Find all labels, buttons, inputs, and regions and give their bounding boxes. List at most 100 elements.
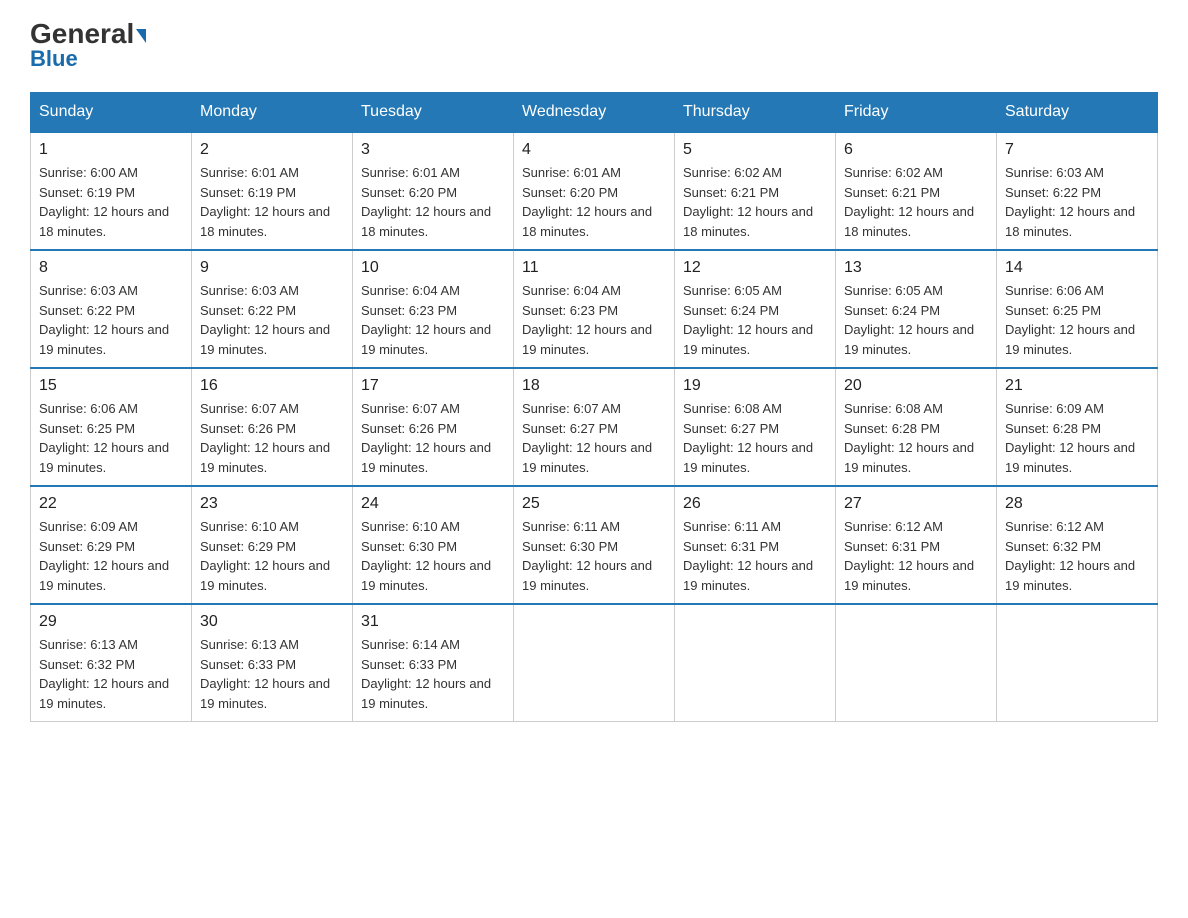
day-number: 10 <box>361 259 505 277</box>
day-number: 25 <box>522 495 666 513</box>
calendar-cell: 14 Sunrise: 6:06 AMSunset: 6:25 PMDayligh… <box>997 250 1158 368</box>
day-number: 16 <box>200 377 344 395</box>
day-number: 9 <box>200 259 344 277</box>
day-number: 26 <box>683 495 827 513</box>
day-number: 28 <box>1005 495 1149 513</box>
weekday-header-tuesday: Tuesday <box>353 93 514 133</box>
calendar-cell: 20 Sunrise: 6:08 AMSunset: 6:28 PMDayligh… <box>836 368 997 486</box>
day-info: Sunrise: 6:07 AMSunset: 6:26 PMDaylight:… <box>200 399 344 477</box>
day-info: Sunrise: 6:13 AMSunset: 6:32 PMDaylight:… <box>39 635 183 713</box>
day-info: Sunrise: 6:06 AMSunset: 6:25 PMDaylight:… <box>39 399 183 477</box>
calendar-week-row: 15 Sunrise: 6:06 AMSunset: 6:25 PMDayligh… <box>31 368 1158 486</box>
day-info: Sunrise: 6:02 AMSunset: 6:21 PMDaylight:… <box>683 163 827 241</box>
day-number: 29 <box>39 613 183 631</box>
calendar-cell: 10Sunrise: 6:04 AMSunset: 6:23 PMDayligh… <box>353 250 514 368</box>
weekday-header-friday: Friday <box>836 93 997 133</box>
day-info: Sunrise: 6:02 AMSunset: 6:21 PMDaylight:… <box>844 163 988 241</box>
day-number: 30 <box>200 613 344 631</box>
day-number: 7 <box>1005 141 1149 159</box>
day-number: 12 <box>683 259 827 277</box>
day-number: 23 <box>200 495 344 513</box>
weekday-header-sunday: Sunday <box>31 93 192 133</box>
day-number: 21 <box>1005 377 1149 395</box>
day-number: 11 <box>522 259 666 277</box>
day-info: Sunrise: 6:05 AMSunset: 6:24 PMDaylight:… <box>844 281 988 359</box>
day-info: Sunrise: 6:06 AMSunset: 6:25 PMDaylight:… <box>1005 281 1149 359</box>
day-info: Sunrise: 6:07 AMSunset: 6:26 PMDaylight:… <box>361 399 505 477</box>
day-number: 15 <box>39 377 183 395</box>
day-info: Sunrise: 6:11 AMSunset: 6:30 PMDaylight:… <box>522 517 666 595</box>
calendar-cell: 16 Sunrise: 6:07 AMSunset: 6:26 PMDayligh… <box>192 368 353 486</box>
calendar-header: SundayMondayTuesdayWednesdayThursdayFrid… <box>31 93 1158 133</box>
calendar-cell: 23Sunrise: 6:10 AMSunset: 6:29 PMDayligh… <box>192 486 353 604</box>
calendar-cell: 17 Sunrise: 6:07 AMSunset: 6:26 PMDayligh… <box>353 368 514 486</box>
day-number: 1 <box>39 141 183 159</box>
day-info: Sunrise: 6:12 AMSunset: 6:31 PMDaylight:… <box>844 517 988 595</box>
logo-general: General <box>30 18 134 49</box>
day-info: Sunrise: 6:09 AMSunset: 6:28 PMDaylight:… <box>1005 399 1149 477</box>
calendar-cell: 30 Sunrise: 6:13 AMSunset: 6:33 PMDayligh… <box>192 604 353 722</box>
calendar-cell: 9Sunrise: 6:03 AMSunset: 6:22 PMDaylight… <box>192 250 353 368</box>
day-info: Sunrise: 6:11 AMSunset: 6:31 PMDaylight:… <box>683 517 827 595</box>
day-number: 20 <box>844 377 988 395</box>
day-info: Sunrise: 6:09 AMSunset: 6:29 PMDaylight:… <box>39 517 183 595</box>
weekday-header-monday: Monday <box>192 93 353 133</box>
calendar-cell: 28 Sunrise: 6:12 AMSunset: 6:32 PMDayligh… <box>997 486 1158 604</box>
calendar-week-row: 1Sunrise: 6:00 AMSunset: 6:19 PMDaylight… <box>31 132 1158 250</box>
calendar-body: 1Sunrise: 6:00 AMSunset: 6:19 PMDaylight… <box>31 132 1158 722</box>
calendar-cell: 18 Sunrise: 6:07 AMSunset: 6:27 PMDayligh… <box>514 368 675 486</box>
page-header: General Blue <box>30 20 1158 72</box>
calendar-cell: 13Sunrise: 6:05 AMSunset: 6:24 PMDayligh… <box>836 250 997 368</box>
weekday-header-thursday: Thursday <box>675 93 836 133</box>
day-info: Sunrise: 6:12 AMSunset: 6:32 PMDaylight:… <box>1005 517 1149 595</box>
day-info: Sunrise: 6:03 AMSunset: 6:22 PMDaylight:… <box>1005 163 1149 241</box>
day-number: 5 <box>683 141 827 159</box>
day-info: Sunrise: 6:08 AMSunset: 6:28 PMDaylight:… <box>844 399 988 477</box>
calendar-cell: 8 Sunrise: 6:03 AMSunset: 6:22 PMDaylight… <box>31 250 192 368</box>
calendar-cell: 15 Sunrise: 6:06 AMSunset: 6:25 PMDayligh… <box>31 368 192 486</box>
calendar-cell: 1Sunrise: 6:00 AMSunset: 6:19 PMDaylight… <box>31 132 192 250</box>
day-number: 31 <box>361 613 505 631</box>
calendar-cell: 26 Sunrise: 6:11 AMSunset: 6:31 PMDayligh… <box>675 486 836 604</box>
logo: General Blue <box>30 20 146 72</box>
day-number: 17 <box>361 377 505 395</box>
calendar-week-row: 29 Sunrise: 6:13 AMSunset: 6:32 PMDayligh… <box>31 604 1158 722</box>
day-info: Sunrise: 6:01 AMSunset: 6:19 PMDaylight:… <box>200 163 344 241</box>
day-number: 6 <box>844 141 988 159</box>
day-number: 18 <box>522 377 666 395</box>
calendar-cell: 27 Sunrise: 6:12 AMSunset: 6:31 PMDayligh… <box>836 486 997 604</box>
calendar-cell: 29 Sunrise: 6:13 AMSunset: 6:32 PMDayligh… <box>31 604 192 722</box>
day-number: 3 <box>361 141 505 159</box>
day-info: Sunrise: 6:14 AMSunset: 6:33 PMDaylight:… <box>361 635 505 713</box>
weekday-header-wednesday: Wednesday <box>514 93 675 133</box>
calendar-cell <box>514 604 675 722</box>
day-info: Sunrise: 6:13 AMSunset: 6:33 PMDaylight:… <box>200 635 344 713</box>
weekday-header-saturday: Saturday <box>997 93 1158 133</box>
weekday-header-row: SundayMondayTuesdayWednesdayThursdayFrid… <box>31 93 1158 133</box>
calendar-cell <box>675 604 836 722</box>
calendar-week-row: 22 Sunrise: 6:09 AMSunset: 6:29 PMDayligh… <box>31 486 1158 604</box>
calendar-table: SundayMondayTuesdayWednesdayThursdayFrid… <box>30 92 1158 722</box>
day-number: 22 <box>39 495 183 513</box>
day-info: Sunrise: 6:01 AMSunset: 6:20 PMDaylight:… <box>361 163 505 241</box>
calendar-cell: 21 Sunrise: 6:09 AMSunset: 6:28 PMDayligh… <box>997 368 1158 486</box>
day-info: Sunrise: 6:07 AMSunset: 6:27 PMDaylight:… <box>522 399 666 477</box>
day-info: Sunrise: 6:10 AMSunset: 6:30 PMDaylight:… <box>361 517 505 595</box>
day-info: Sunrise: 6:03 AMSunset: 6:22 PMDaylight:… <box>39 281 183 359</box>
day-number: 8 <box>39 259 183 277</box>
day-number: 4 <box>522 141 666 159</box>
calendar-cell: 31 Sunrise: 6:14 AMSunset: 6:33 PMDayligh… <box>353 604 514 722</box>
logo-text: General <box>30 20 146 48</box>
day-number: 27 <box>844 495 988 513</box>
calendar-cell <box>836 604 997 722</box>
calendar-cell: 25 Sunrise: 6:11 AMSunset: 6:30 PMDayligh… <box>514 486 675 604</box>
day-number: 2 <box>200 141 344 159</box>
day-info: Sunrise: 6:08 AMSunset: 6:27 PMDaylight:… <box>683 399 827 477</box>
calendar-cell: 11 Sunrise: 6:04 AMSunset: 6:23 PMDayligh… <box>514 250 675 368</box>
day-number: 14 <box>1005 259 1149 277</box>
day-info: Sunrise: 6:04 AMSunset: 6:23 PMDaylight:… <box>522 281 666 359</box>
day-info: Sunrise: 6:01 AMSunset: 6:20 PMDaylight:… <box>522 163 666 241</box>
calendar-cell: 7 Sunrise: 6:03 AMSunset: 6:22 PMDaylight… <box>997 132 1158 250</box>
calendar-cell: 4 Sunrise: 6:01 AMSunset: 6:20 PMDaylight… <box>514 132 675 250</box>
day-info: Sunrise: 6:05 AMSunset: 6:24 PMDaylight:… <box>683 281 827 359</box>
